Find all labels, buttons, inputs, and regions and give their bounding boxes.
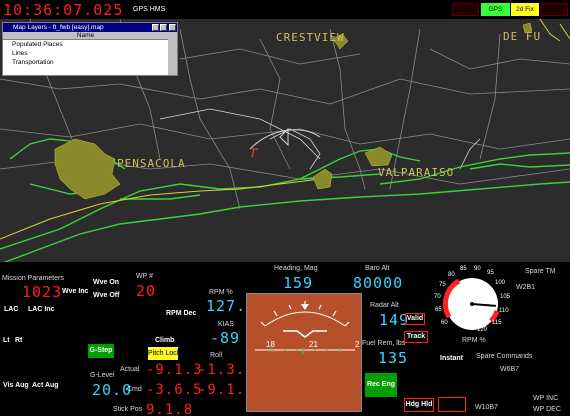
- gps-clock: 10:36:07.025: [3, 1, 124, 19]
- spare-commands-value: W6B7: [500, 366, 520, 373]
- gauge-label: RPM %: [462, 337, 486, 344]
- layers-scrollbar[interactable]: [168, 32, 177, 75]
- gauge-tick-110: 110: [499, 308, 509, 314]
- wve-inc-label[interactable]: Wve Inc: [62, 288, 88, 295]
- heading-label: Heading, Mag: [274, 265, 318, 272]
- kias-value: -89: [210, 329, 241, 347]
- attitude-graphic: [255, 301, 355, 354]
- horizon-scale-21: 21: [309, 340, 318, 349]
- status-indicator-blank-2: [541, 3, 568, 16]
- climb-label[interactable]: Climb: [155, 337, 174, 344]
- city-label-crestview: CRESTVIEW: [276, 31, 345, 44]
- g-step-button[interactable]: G-Step: [88, 344, 114, 358]
- gauge-tick-60: 60: [441, 320, 448, 326]
- radar-alt-label: Radar Alt: [370, 302, 399, 309]
- gauge-tick-75: 75: [439, 282, 446, 288]
- wve-on-button[interactable]: Wve On: [93, 279, 119, 286]
- vis-aug-label[interactable]: Vis Aug: [3, 382, 29, 389]
- spare-tm-value: W2B1: [516, 284, 536, 291]
- layer-item-populated-places[interactable]: Populated Places: [3, 40, 177, 49]
- g-level-label: G-Level: [90, 372, 115, 379]
- layers-column-header[interactable]: Name: [3, 32, 168, 40]
- gauge-tick-100: 100: [495, 280, 506, 286]
- gauge-tick-95: 95: [487, 270, 494, 276]
- map-layers-titlebar[interactable]: Map Layers - ft_fwb [easy].map: [3, 23, 177, 32]
- city-label-defuniak: DE FU: [503, 30, 542, 43]
- status-indicator-blank: [452, 3, 479, 16]
- spare-tm-label: Spare TM: [525, 268, 556, 275]
- gauge-tick-65: 65: [435, 307, 442, 313]
- city-label-pensacola: PENSACOLA: [117, 157, 186, 170]
- hdg-hld-value-box: [438, 397, 466, 412]
- attitude-indicator: 18 21 2: [246, 293, 362, 412]
- hdg-hld-button[interactable]: Hdg Hld: [404, 398, 434, 412]
- gps-valid-indicator: GPS Valid: [481, 3, 510, 26]
- heading-value: 159: [283, 274, 314, 292]
- wp-dec-label[interactable]: WP DEC: [533, 406, 561, 413]
- rt-label[interactable]: Rt: [15, 337, 22, 344]
- layer-item-transportation[interactable]: Transportation: [3, 58, 177, 67]
- cmd-label: Cmd: [127, 386, 142, 393]
- 2d-fix-indicator: 2d Fix: [511, 3, 539, 16]
- fuel-remaining-label: Fuel Rem, lbs: [362, 340, 406, 347]
- valid-indicator: Valid: [405, 313, 425, 325]
- track-indicator: Track: [404, 331, 428, 343]
- pitch-lock-button[interactable]: Pitch Lock: [148, 347, 180, 360]
- city-label-valparaiso: VALPARAISO: [378, 166, 455, 179]
- rec-eng-button[interactable]: Rec Eng: [365, 373, 397, 397]
- gps-clock-label: GPS HMS: [133, 6, 166, 13]
- spare-commands-label: Spare Commands: [476, 353, 533, 360]
- map-layers-window[interactable]: Map Layers - ft_fwb [easy].map Name Popu…: [2, 22, 178, 76]
- gauge-tick-115: 115: [492, 320, 502, 326]
- wp-number-label: WP #: [136, 273, 153, 280]
- horizon-scale-2: 2: [355, 340, 360, 349]
- roll-label: Roll: [210, 352, 223, 359]
- instant-label: Instant: [440, 355, 463, 362]
- baro-alt-label: Baro Alt: [365, 265, 390, 272]
- gauge-tick-90: 90: [474, 266, 481, 272]
- mission-parameter-value: 1023: [22, 283, 63, 301]
- maximize-button[interactable]: [160, 24, 167, 31]
- pitch-actual-value: -9.1.3: [146, 362, 203, 378]
- gauge-tick-70: 70: [434, 294, 441, 300]
- actual-label: Actual: [120, 366, 140, 373]
- rpm-pct-label: RPM %: [209, 289, 233, 296]
- map-layers-title: Map Layers - ft_fwb [easy].map: [13, 24, 104, 31]
- wve-off-button[interactable]: Wve Off: [93, 292, 119, 299]
- lac-label[interactable]: LAC: [4, 306, 18, 313]
- pitch-cmd-value: -3.6.5: [146, 382, 203, 398]
- horizon-scale-18: 18: [266, 340, 275, 349]
- w10b7-label: W10B7: [475, 404, 498, 411]
- lt-label[interactable]: Lt: [3, 337, 10, 344]
- fuel-remaining-value: 135: [378, 349, 409, 367]
- gauge-tick-120: 120: [477, 327, 488, 333]
- rpm-dec-label[interactable]: RPM Dec: [166, 310, 196, 317]
- layer-item-lines[interactable]: Lines: [3, 49, 177, 58]
- kias-label: KIAS: [218, 321, 234, 328]
- wp-inc-label[interactable]: WP INC: [533, 395, 558, 402]
- close-button[interactable]: [169, 24, 176, 31]
- gauge-tick-105: 105: [500, 294, 511, 300]
- gauge-tick-80: 80: [448, 272, 455, 278]
- mission-parameters-label: Mission Parameters: [2, 275, 64, 282]
- rpm-gauge: 60 65 70 75 80 85 90 95 100 105 110 115 …: [430, 264, 514, 336]
- gauge-tick-85: 85: [460, 266, 467, 272]
- stick-pos-value: 9.1.8: [146, 402, 194, 416]
- act-aug-label[interactable]: Act Aug: [32, 382, 59, 389]
- lac-inc-label[interactable]: LAC Inc: [28, 306, 54, 313]
- wp-number-value: 20: [136, 282, 157, 300]
- minimize-button[interactable]: [152, 24, 159, 31]
- baro-alt-value: 80000: [353, 274, 404, 292]
- stick-pos-label: Stick Pos: [113, 406, 143, 413]
